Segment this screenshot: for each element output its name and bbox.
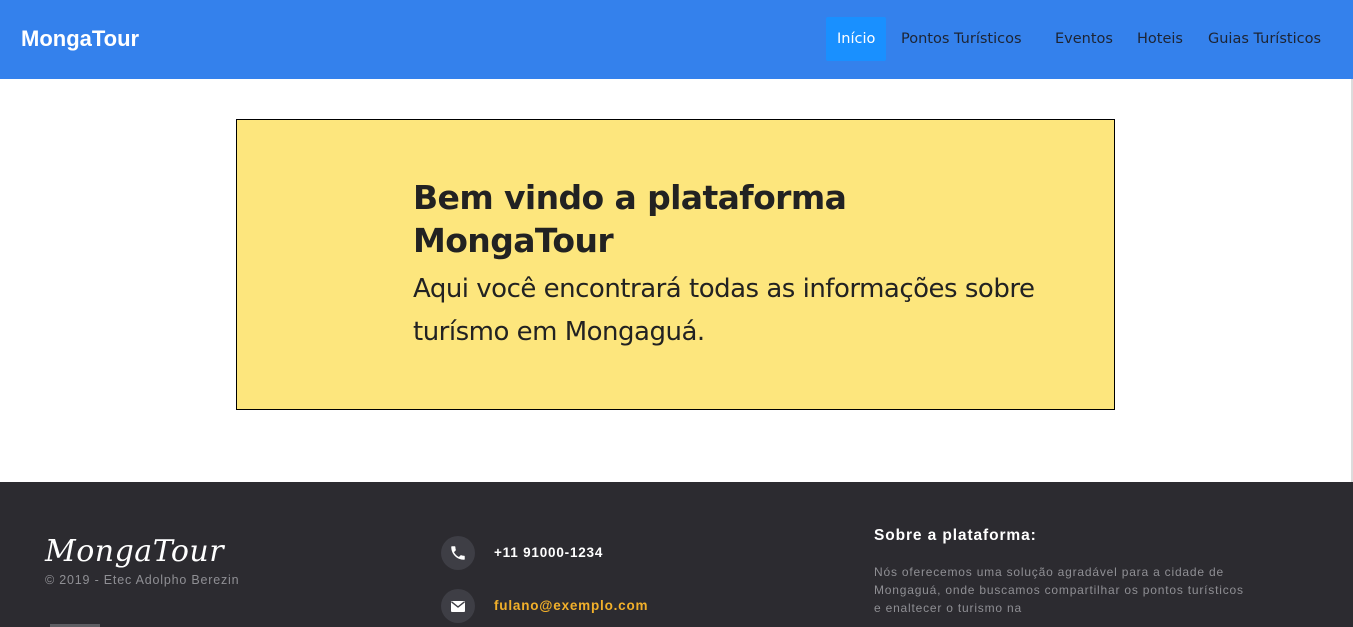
welcome-banner: Bem vindo a plataforma MongaTour Aqui vo… <box>236 119 1115 410</box>
phone-icon-glyph <box>451 546 465 560</box>
nav-link-hoteis[interactable]: Hoteis <box>1137 17 1183 61</box>
brand-logo[interactable]: MongaTour <box>21 26 139 52</box>
nav-link-pontos-turisticos[interactable]: Pontos Turísticos <box>901 17 1022 61</box>
footer-copyright: © 2019 - Etec Adolpho Berezin <box>45 573 240 587</box>
envelope-icon <box>441 589 475 623</box>
navbar: MongaTour Início Pontos Turísticos Event… <box>0 0 1353 79</box>
phone-icon <box>441 536 475 570</box>
footer: MongaTour © 2019 - Etec Adolpho Berezin … <box>0 482 1353 627</box>
about-text: Nós oferecemos uma solução agradável par… <box>874 565 1244 615</box>
hero-subtitle: Aqui você encontrará todas as informaçõe… <box>413 274 1035 347</box>
nav-link-eventos[interactable]: Eventos <box>1055 17 1113 61</box>
hero-title: Bem vindo a plataforma MongaTour <box>413 178 847 260</box>
envelope-icon-glyph <box>451 600 465 612</box>
nav-link-guias-turisticos[interactable]: Guias Turísticos <box>1208 17 1321 61</box>
footer-phone: +11 91000-1234 <box>494 545 604 560</box>
footer-email-link[interactable]: fulano@exemplo.com <box>494 598 648 613</box>
about-title: Sobre a plataforma: <box>874 527 1037 544</box>
footer-logo: MongaTour <box>45 534 225 569</box>
nav-link-inicio[interactable]: Início <box>826 17 887 61</box>
